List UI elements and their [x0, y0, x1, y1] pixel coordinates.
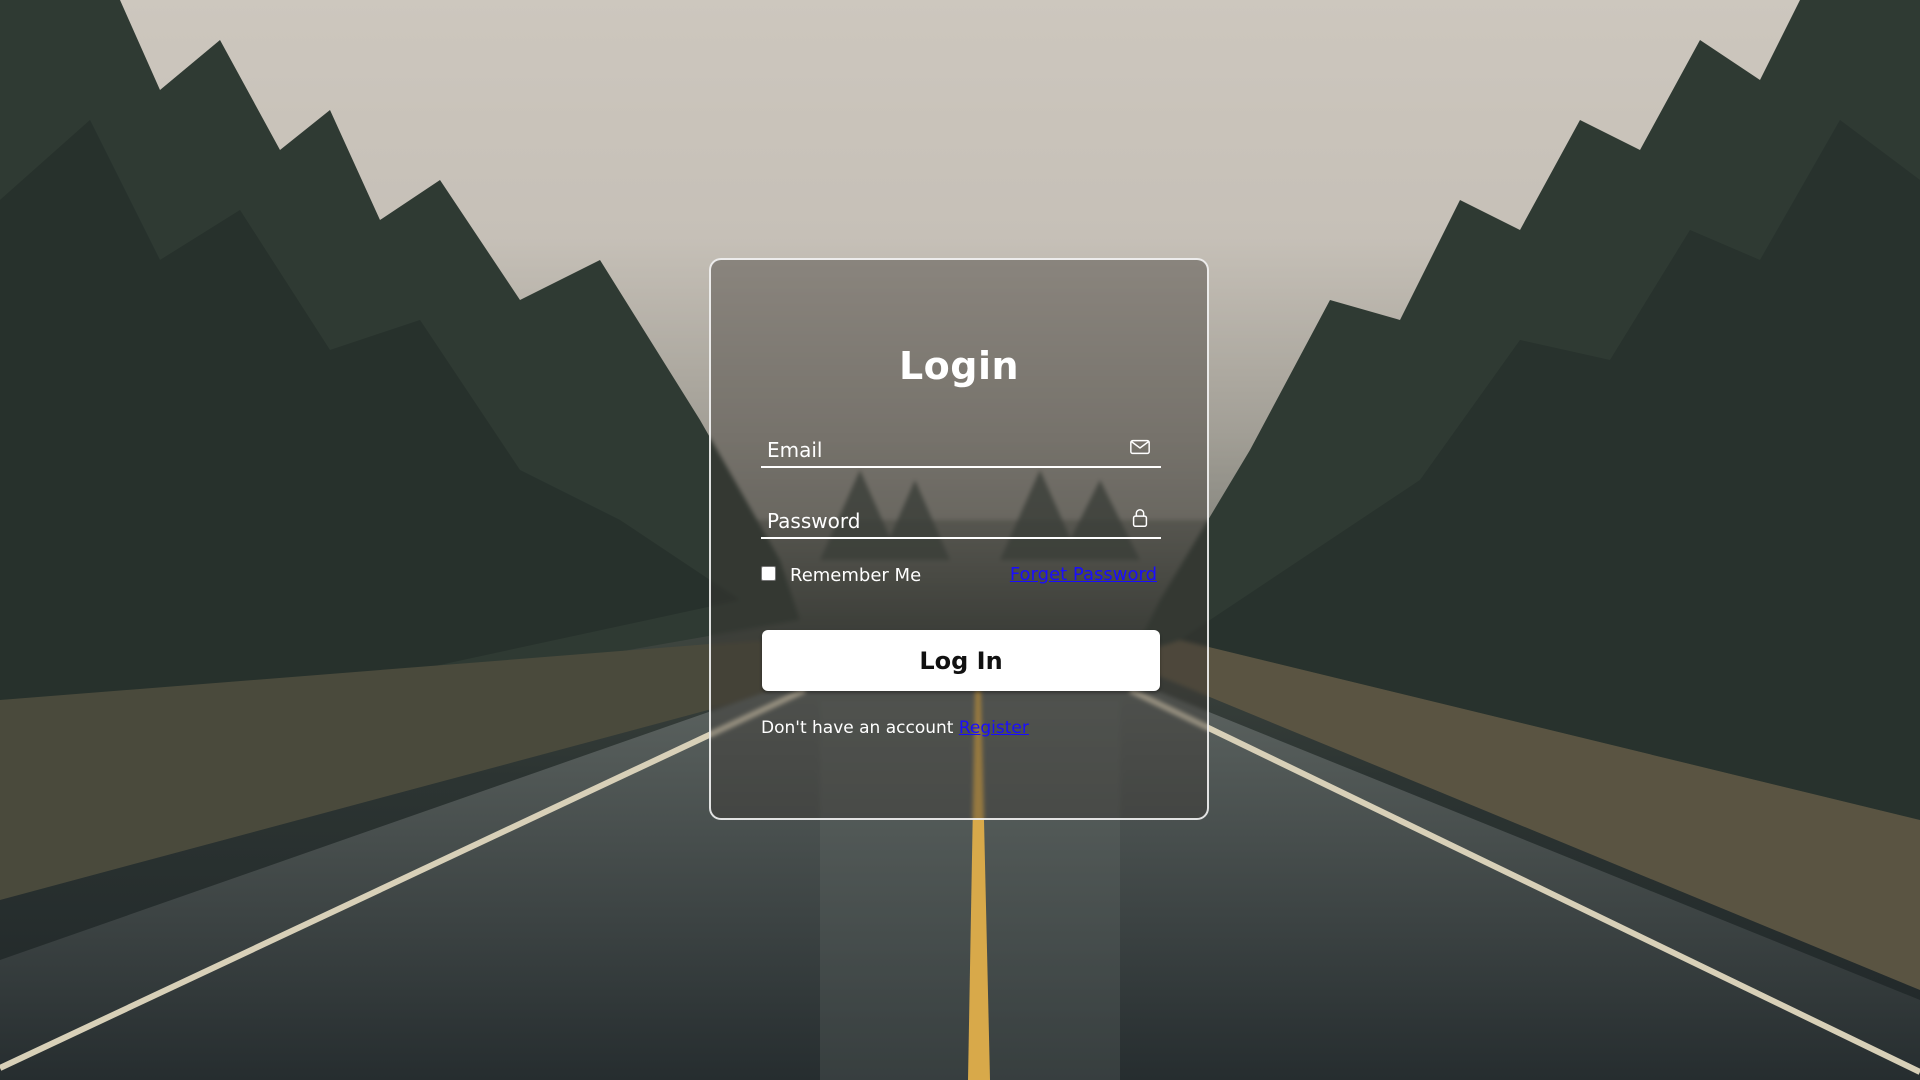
forget-password-link[interactable]: Forget Password [1010, 563, 1157, 587]
register-prompt-text: Don't have an account [761, 718, 954, 738]
mail-icon [1130, 439, 1150, 455]
password-label: Password [767, 509, 861, 533]
register-prompt: Don't have an account Register [761, 718, 1029, 738]
register-link[interactable]: Register [959, 718, 1029, 738]
login-button[interactable]: Log In [762, 630, 1160, 691]
login-button-label: Log In [919, 646, 1003, 675]
remember-me-label: Remember Me [790, 564, 922, 586]
email-field[interactable]: Email [761, 424, 1161, 468]
password-field[interactable]: Password [761, 495, 1161, 539]
page-title: Login [898, 344, 1020, 388]
login-page: Login Email Password Remember Me Forget … [0, 0, 1920, 1080]
email-label: Email [767, 438, 823, 462]
login-card: Login Email Password Remember Me Forget … [709, 258, 1209, 820]
remember-me-checkbox[interactable] [761, 565, 776, 581]
remember-me: Remember Me [761, 563, 921, 587]
lock-icon [1132, 509, 1148, 527]
